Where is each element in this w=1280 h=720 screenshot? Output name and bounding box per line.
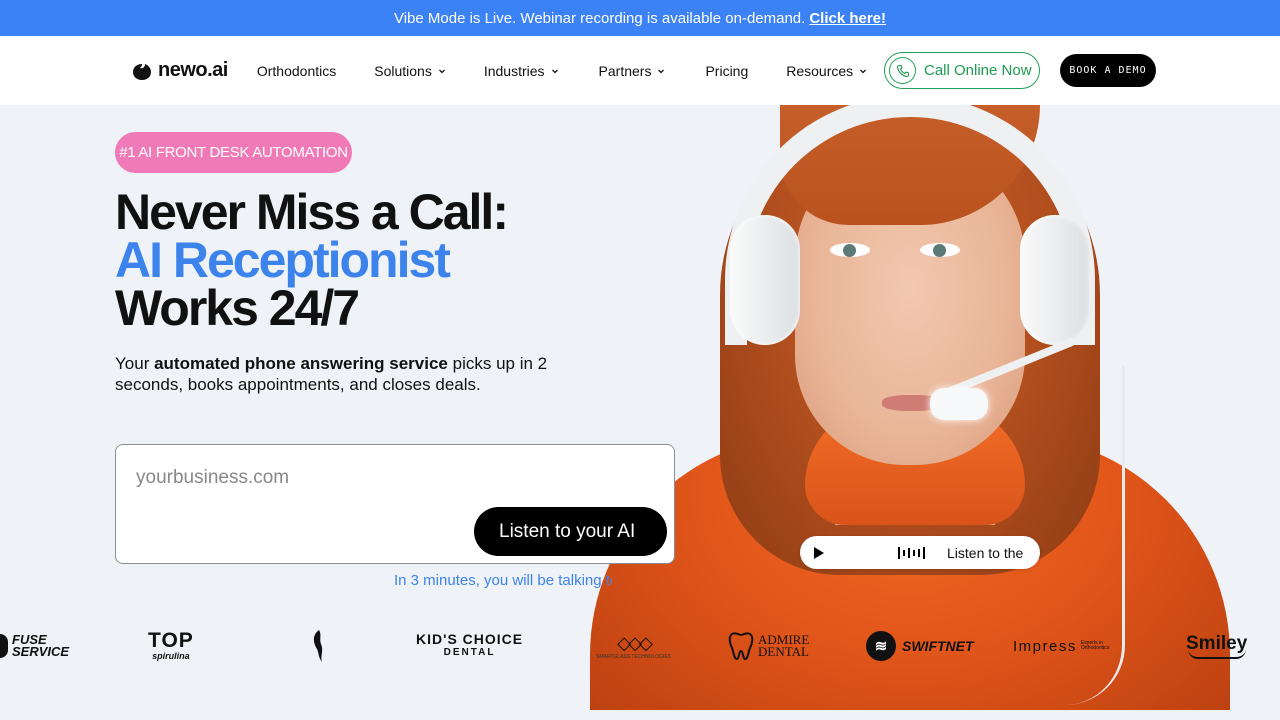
- headline-line-2: AI Receptionist: [115, 232, 451, 288]
- fuse-mark-icon: [0, 634, 8, 658]
- call-button-label: Call Online Now: [924, 62, 1032, 79]
- nav-item-solutions[interactable]: Solutions: [374, 63, 446, 79]
- headset-earcup-right: [1020, 215, 1090, 345]
- nav-item-resources[interactable]: Resources: [786, 63, 867, 79]
- hero-headline: Never Miss a Call: AI Receptionist Works…: [115, 184, 585, 336]
- top-line-1: TOP: [148, 629, 194, 652]
- hero-subtitle: Your automated phone answering service p…: [115, 353, 575, 395]
- book-demo-button[interactable]: BOOK A DEMO: [1060, 54, 1156, 87]
- call-online-button[interactable]: Call Online Now: [884, 52, 1040, 89]
- logo-top-spirulina: TOP spirulina: [148, 620, 194, 672]
- nav-label: Resources: [786, 62, 854, 79]
- headline-line-3: Works 24/7: [115, 280, 360, 336]
- waveform-icon: [898, 546, 925, 559]
- chevron-down-icon: [658, 69, 665, 73]
- chevron-down-icon: [551, 69, 558, 73]
- logo-admire-dental: ADMIRE DENTAL: [728, 620, 809, 672]
- hero-badge: #1 AI FRONT DESK AUTOMATION: [115, 132, 352, 173]
- logo-fuse-service: FUSE SERVICE: [0, 620, 69, 672]
- impress-text: Impress: [1013, 637, 1077, 655]
- nav-label: Pricing: [705, 62, 749, 79]
- logo-text: newo.ai: [158, 59, 228, 81]
- newo-logo-icon: [133, 63, 151, 80]
- listen-to-ai-button[interactable]: Listen to your AI: [474, 507, 667, 556]
- headset-earcup-left: [730, 215, 800, 345]
- announcement-bar: Vibe Mode is Live. Webinar recording is …: [0, 0, 1280, 36]
- audio-label: Listen to the: [947, 544, 1024, 561]
- kids-line-2: DENTAL: [443, 647, 496, 658]
- tooth-icon: [728, 631, 754, 661]
- fuse-line-2: SERVICE: [12, 644, 70, 659]
- brand-logo[interactable]: newo.ai: [132, 59, 228, 82]
- kids-line-1: KID'S CHOICE: [416, 631, 524, 647]
- diamonds-icon: ◇◇◇: [617, 632, 652, 653]
- feather-logo-icon: [310, 620, 328, 672]
- logo-impress: Impress Experts in Orthodontics: [1013, 620, 1121, 672]
- smile-arc-icon: [1187, 649, 1246, 659]
- phone-icon: [889, 57, 916, 84]
- subtitle-prefix: Your: [115, 354, 155, 373]
- smartglass-text: SMARTGLASS TECHNOLOGIES: [596, 653, 672, 660]
- microphone: [930, 388, 988, 420]
- nav-item-industries[interactable]: Industries: [484, 63, 559, 79]
- logo-swiftnet: ≋ SWIFTNET: [866, 620, 974, 672]
- nav-item-pricing[interactable]: Pricing: [705, 63, 748, 79]
- impress-small-text: Experts in Orthodontics: [1080, 640, 1110, 651]
- top-line-2: spirulina: [152, 651, 190, 661]
- swiftnet-s-icon: ≋: [866, 631, 896, 661]
- announcement-link[interactable]: Click here!: [809, 10, 886, 27]
- play-icon[interactable]: [814, 546, 824, 559]
- site-header: newo.ai Orthodontics Solutions Industrie…: [0, 36, 1280, 105]
- business-url-input[interactable]: [136, 465, 636, 491]
- client-logos: FUSE SERVICE TOP spirulina KID'S CHOICE D…: [0, 620, 1280, 672]
- nav-label: Orthodontics: [256, 62, 337, 79]
- admire-line-2: DENTAL: [758, 644, 809, 659]
- logo-smartglass: ◇◇◇ SMARTGLASS TECHNOLOGIES: [596, 620, 671, 672]
- helper-text: In 3 minutes, you will be talking to: [394, 572, 612, 589]
- nav-label: Industries: [483, 62, 545, 79]
- subtitle-bold: automated phone answering service: [154, 354, 448, 373]
- main-nav: Orthodontics Solutions Industries Partne…: [257, 63, 867, 79]
- swiftnet-text: SWIFTNET: [902, 638, 974, 654]
- announcement-text: Vibe Mode is Live. Webinar recording is …: [393, 9, 806, 27]
- nav-label: Solutions: [374, 62, 432, 79]
- nav-item-partners[interactable]: Partners: [599, 63, 666, 79]
- nav-label: Partners: [598, 62, 652, 79]
- logo-smiley: Smiley: [1186, 620, 1247, 672]
- chevron-down-icon: [438, 69, 445, 73]
- headline-line-1: Never Miss a Call:: [115, 184, 509, 240]
- logo-kids-choice-dental: KID'S CHOICE DENTAL: [416, 620, 523, 672]
- audio-player: Listen to the: [800, 536, 1040, 569]
- nav-item-orthodontics[interactable]: Orthodontics: [257, 63, 336, 79]
- chevron-down-icon: [860, 69, 867, 73]
